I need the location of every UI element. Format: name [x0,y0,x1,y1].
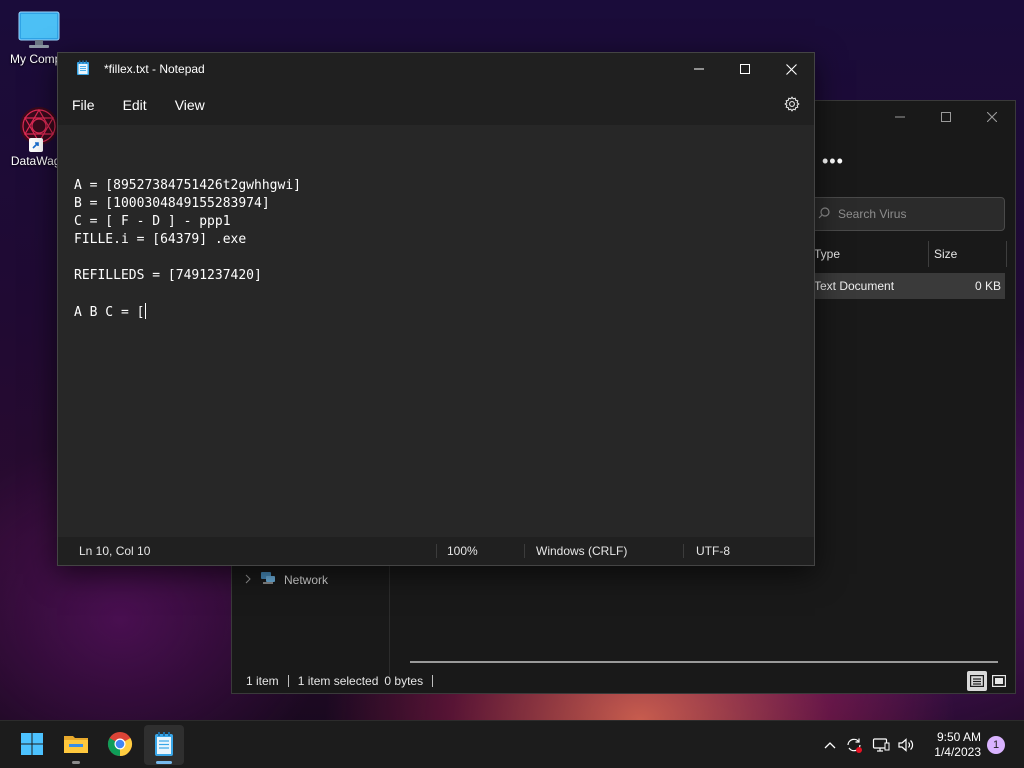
notepad-status-bar: Ln 10, Col 10 100% Windows (CRLF) UTF-8 [58,537,814,565]
sync-alert-icon[interactable] [840,737,868,753]
file-row[interactable]: Text Document 0 KB [807,273,1005,299]
volume-icon[interactable] [894,737,918,753]
explorer-close-button[interactable] [969,101,1015,133]
column-divider[interactable] [928,241,929,267]
editor-line-text: A B C = [ [74,305,145,320]
running-indicator [72,761,80,764]
status-bytes: 0 bytes [384,674,424,688]
view-toggle [967,671,1009,691]
editor-line: FILLE.i = [64379] .exe [74,232,247,247]
explorer-search-box[interactable]: Search Virus [807,197,1005,231]
file-size-cell: 0 KB [974,279,1001,293]
computer-icon [17,10,61,50]
status-separator [432,675,434,687]
column-header-label: Size [934,247,958,261]
editor-line: REFILLEDS = [7491237420] [74,268,262,283]
maximize-button[interactable] [722,53,768,85]
settings-gear-icon[interactable] [784,96,800,115]
editor-line: B = [1000304849155283974] [74,196,270,211]
taskbar: 9:50 AM 1/4/2023 1 [0,720,1024,768]
system-tray [820,721,918,768]
nav-item-network[interactable]: Network [244,571,328,588]
editor-line-active: A B C = [ [74,303,814,321]
network-icon [260,571,276,588]
explorer-minimize-button[interactable] [877,101,923,133]
tiles-view-button[interactable] [989,671,1009,691]
start-button[interactable] [12,725,52,765]
search-icon [818,206,830,222]
taskbar-chrome[interactable] [100,725,140,765]
menu-edit[interactable]: Edit [113,97,157,113]
windows-start-icon [20,732,44,759]
status-item-count: 1 item [246,674,279,688]
notepad-caption-buttons [676,53,814,85]
menu-file[interactable]: File [62,97,105,113]
text-editor-area[interactable]: A = [89527384751426t2gwhhgwi] B = [10003… [58,125,814,530]
explorer-more-options-button[interactable]: ••• [822,151,844,172]
notepad-icon [76,60,90,79]
editor-line: A = [89527384751426t2gwhhgwi] [74,178,301,193]
chrome-icon [107,731,133,760]
column-header-size[interactable]: Size [934,239,1004,269]
network-status-icon[interactable] [868,737,894,753]
notepad-menu-bar: File Edit View [58,85,814,125]
file-explorer-icon [63,733,89,758]
editor-line: C = [ F - D ] - ppp1 [74,214,231,229]
nav-item-label: Network [284,572,329,587]
notepad-icon [153,731,175,760]
clock-time: 9:50 AM [936,730,981,744]
file-type-cell: Text Document [814,279,895,293]
taskbar-clock[interactable]: 9:50 AM 1/4/2023 [934,730,981,760]
status-selected-count: 1 item selected [297,674,379,688]
show-hidden-icons-chevron-up-icon[interactable] [820,741,840,749]
shortcut-arrow-icon [29,138,43,152]
menu-view[interactable]: View [165,97,215,113]
status-separator [287,675,289,687]
explorer-status-bar: 1 item 1 item selected 0 bytes [232,669,1015,693]
column-header-type[interactable]: Type [814,239,928,269]
clock-date: 1/4/2023 [934,745,981,759]
column-divider[interactable] [1006,241,1007,267]
notepad-window: *fillex.txt - Notepad File Edit View A =… [57,52,815,566]
search-placeholder: Search Virus [838,207,907,221]
notepad-title-bar[interactable]: *fillex.txt - Notepad [58,53,814,85]
status-zoom: 100% [447,544,478,558]
taskbar-file-explorer[interactable] [56,725,96,765]
status-divider [436,544,437,558]
explorer-caption-buttons [877,101,1015,133]
text-cursor [145,303,147,319]
notification-count-badge[interactable]: 1 [987,736,1005,754]
status-encoding: UTF-8 [696,544,730,558]
column-header-label: Type [814,247,841,261]
chevron-right-icon[interactable] [244,573,252,587]
explorer-maximize-button[interactable] [923,101,969,133]
window-title: *fillex.txt - Notepad [104,62,205,76]
status-divider [524,544,525,558]
explorer-navigation-pane: Network [232,566,390,676]
status-line-ending: Windows (CRLF) [536,544,628,558]
horizontal-scrollbar[interactable] [410,661,998,663]
close-button[interactable] [768,53,814,85]
datawagon-app-icon [17,104,61,152]
details-view-button[interactable] [967,671,987,691]
taskbar-notepad[interactable] [144,725,184,765]
status-cursor-position: Ln 10, Col 10 [79,544,151,558]
minimize-button[interactable] [676,53,722,85]
status-divider [683,544,684,558]
active-indicator [156,761,172,764]
